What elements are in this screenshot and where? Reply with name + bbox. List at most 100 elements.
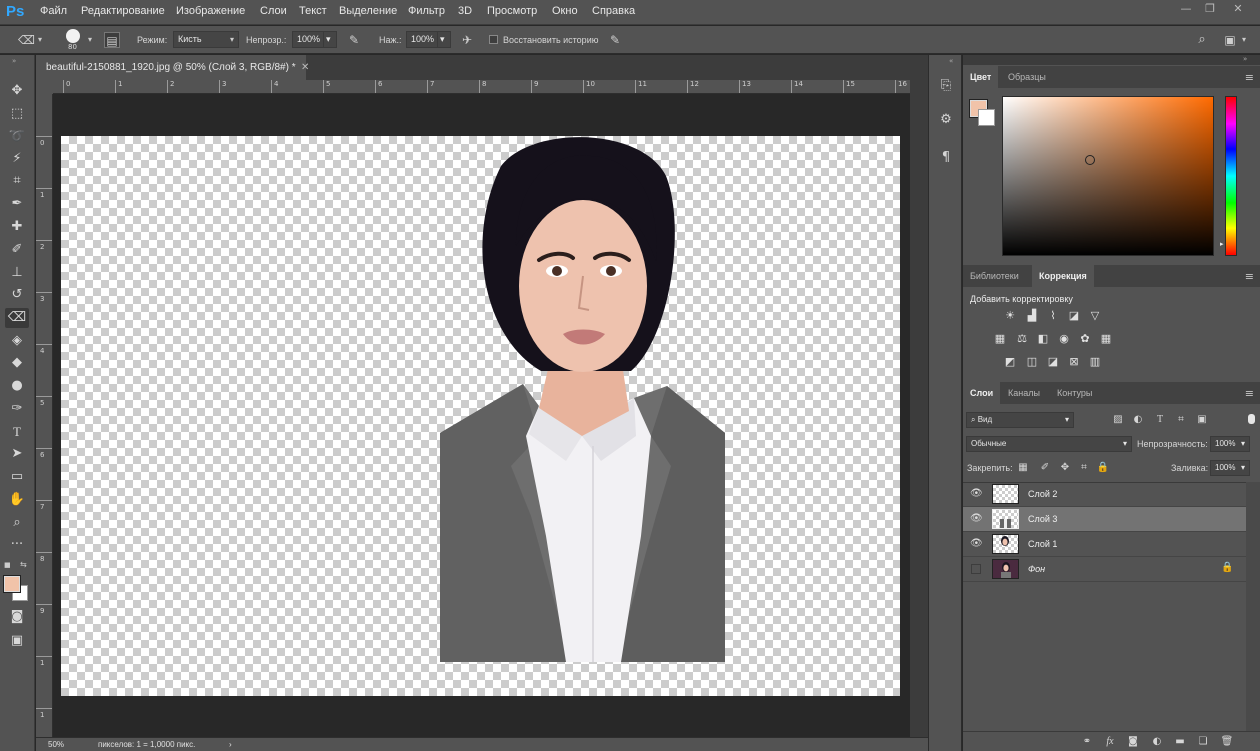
layer-name[interactable]: Слой 2 — [1028, 489, 1057, 499]
document-canvas[interactable] — [61, 136, 900, 696]
chevron-down-icon[interactable]: ▾ — [88, 35, 92, 44]
visibility-toggle[interactable] — [971, 564, 981, 574]
blur-tool-icon[interactable]: ◆ — [5, 353, 29, 373]
move-tool-icon[interactable]: ✥ — [5, 81, 29, 101]
layer-row[interactable]: Фон 🔒 — [963, 557, 1246, 582]
layer-name[interactable]: Слой 1 — [1028, 539, 1057, 549]
horizontal-ruler[interactable]: 0 1 2 3 4 5 6 7 8 9 10 11 12 13 14 15 16 — [53, 80, 910, 94]
lock-transparency-icon[interactable]: ▦ — [1016, 461, 1030, 475]
eye-icon[interactable]: 👁 — [970, 538, 983, 549]
brush-panel-icon[interactable]: ▤ — [104, 32, 120, 48]
photoshop-logo[interactable]: Ps — [6, 3, 26, 21]
collapse-icon[interactable]: » — [1243, 55, 1247, 63]
opacity-input[interactable]: 100% — [292, 31, 324, 48]
stamp-tool-icon[interactable]: ⊥ — [5, 263, 29, 283]
lock-icon[interactable]: 🔒 — [1221, 562, 1233, 573]
filter-smart-object-icon[interactable]: ▣ — [1195, 413, 1209, 427]
eraser-tool-icon[interactable]: ⌫ — [5, 308, 29, 328]
menu-text[interactable]: Текст — [299, 5, 327, 17]
panel-menu-icon[interactable]: ≡ — [1245, 270, 1254, 283]
eyedropper-tool-icon[interactable]: ✒ — [5, 194, 29, 214]
chevron-down-icon[interactable]: ▾ — [230, 35, 234, 44]
vibrance-icon[interactable]: ▽ — [1086, 307, 1104, 325]
flow-input[interactable]: 100% — [406, 31, 438, 48]
background-color-swatch[interactable] — [978, 109, 995, 126]
hue-saturation-icon[interactable]: ▦ — [991, 330, 1009, 348]
add-mask-icon[interactable]: ◙ — [1126, 735, 1140, 749]
link-layers-icon[interactable]: ⚭ — [1080, 735, 1094, 749]
menu-filter[interactable]: Фильтр — [408, 5, 445, 17]
chevron-down-icon[interactable]: ▾ — [1242, 35, 1246, 44]
filter-shape-icon[interactable]: ⌗ — [1174, 413, 1188, 427]
layer-name[interactable]: Слой 3 — [1028, 514, 1057, 524]
brush-tool-icon[interactable]: ✐ — [5, 240, 29, 260]
screen-mode-icon[interactable]: ▣ — [5, 631, 29, 651]
levels-icon[interactable]: ▟ — [1023, 307, 1041, 325]
panel-menu-icon[interactable]: ≡ — [1245, 387, 1254, 400]
eye-icon[interactable]: 👁 — [970, 488, 983, 499]
tab-layers[interactable]: Слои — [963, 382, 1001, 404]
menu-layers[interactable]: Слои — [260, 5, 287, 17]
hue-slider-handle[interactable]: ▸ — [1220, 240, 1224, 248]
tab-libraries[interactable]: Библиотеки — [963, 265, 1026, 287]
type-tool-icon[interactable]: T — [5, 422, 29, 442]
quick-mask-icon[interactable]: ◙ — [5, 607, 29, 627]
zoom-tool-icon[interactable]: ⌕ — [5, 513, 29, 533]
new-layer-icon[interactable]: ❏ — [1196, 735, 1210, 749]
minimize-icon[interactable]: — — [1176, 2, 1196, 16]
color-balance-icon[interactable]: ⚖ — [1013, 330, 1031, 348]
document-tab[interactable]: beautiful-2150881_1920.jpg @ 50% (Слой 3… — [36, 55, 306, 80]
hand-tool-icon[interactable]: ✋ — [5, 490, 29, 510]
layer-row[interactable]: 👁 Слой 3 — [963, 507, 1246, 532]
lock-pixels-icon[interactable]: ✐ — [1038, 461, 1052, 475]
lasso-tool-icon[interactable]: ➰ — [5, 127, 29, 147]
layer-name[interactable]: Фон — [1028, 564, 1045, 574]
dodge-tool-icon[interactable]: ● — [5, 376, 29, 396]
tab-swatches[interactable]: Образцы — [1001, 66, 1053, 88]
opacity-dropdown[interactable]: ▾ — [323, 31, 337, 48]
healing-brush-tool-icon[interactable]: ✚ — [5, 217, 29, 237]
airbrush-icon[interactable]: ✈ — [459, 32, 475, 48]
search-icon[interactable]: ⌕ — [1194, 32, 1210, 48]
menu-help[interactable]: Справка — [592, 5, 635, 17]
filter-pixel-icon[interactable]: ▨ — [1111, 413, 1125, 427]
marquee-tool-icon[interactable]: ⬚ — [5, 104, 29, 124]
vertical-scrollbar[interactable] — [910, 80, 928, 737]
default-colors-icon[interactable]: ■ — [4, 561, 11, 569]
fx-icon[interactable]: fx — [1103, 735, 1117, 749]
layer-row[interactable]: 👁 Слой 2 — [963, 482, 1246, 507]
rectangle-tool-icon[interactable]: ▭ — [5, 467, 29, 487]
layer-filter-select[interactable]: ⌕ Вид ▾ — [966, 412, 1074, 428]
selective-color-icon[interactable]: ⊠ — [1065, 353, 1083, 371]
adjustment-layer-icon[interactable]: ◐ — [1150, 735, 1164, 749]
black-white-icon[interactable]: ◧ — [1034, 330, 1052, 348]
swap-colors-icon[interactable]: ⇆ — [20, 560, 27, 569]
vertical-ruler[interactable]: 0 1 2 3 4 5 6 7 8 9 1 1 — [36, 94, 53, 737]
more-tools-icon[interactable]: ··· — [5, 535, 29, 555]
lock-position-icon[interactable]: ✥ — [1058, 461, 1072, 475]
filter-toggle-switch[interactable] — [1248, 414, 1255, 424]
menu-window[interactable]: Окно — [552, 5, 578, 17]
pressure-opacity-icon[interactable]: ✎ — [346, 32, 362, 48]
zoom-level[interactable]: 50% — [48, 740, 64, 749]
pen-tool-icon[interactable]: ✑ — [5, 399, 29, 419]
close-icon[interactable]: ✕ — [1228, 2, 1248, 16]
lock-artboard-icon[interactable]: ⌗ — [1077, 461, 1091, 475]
tab-color[interactable]: Цвет — [963, 66, 999, 88]
expand-icon[interactable]: « — [949, 57, 953, 65]
pressure-size-icon[interactable]: ✎ — [607, 32, 623, 48]
photo-filter-icon[interactable]: ◉ — [1055, 330, 1073, 348]
tab-paths[interactable]: Контуры — [1050, 382, 1099, 404]
menu-view[interactable]: Просмотр — [487, 5, 537, 17]
restore-icon[interactable]: ❐ — [1200, 2, 1220, 16]
threshold-icon[interactable]: ◪ — [1044, 353, 1062, 371]
brightness-icon[interactable]: ☀ — [1001, 307, 1019, 325]
color-lookup-icon[interactable]: ▦ — [1097, 330, 1115, 348]
lock-all-icon[interactable]: 🔒 — [1096, 461, 1110, 475]
tab-adjustments[interactable]: Коррекция — [1032, 265, 1094, 287]
history-panel-icon[interactable]: ⎘ — [935, 75, 957, 97]
blend-mode-select[interactable]: Обычные ▾ — [966, 436, 1132, 452]
paragraph-panel-icon[interactable]: ¶ — [935, 147, 957, 169]
exposure-icon[interactable]: ◪ — [1065, 307, 1083, 325]
collapse-icon[interactable]: » — [12, 57, 16, 65]
